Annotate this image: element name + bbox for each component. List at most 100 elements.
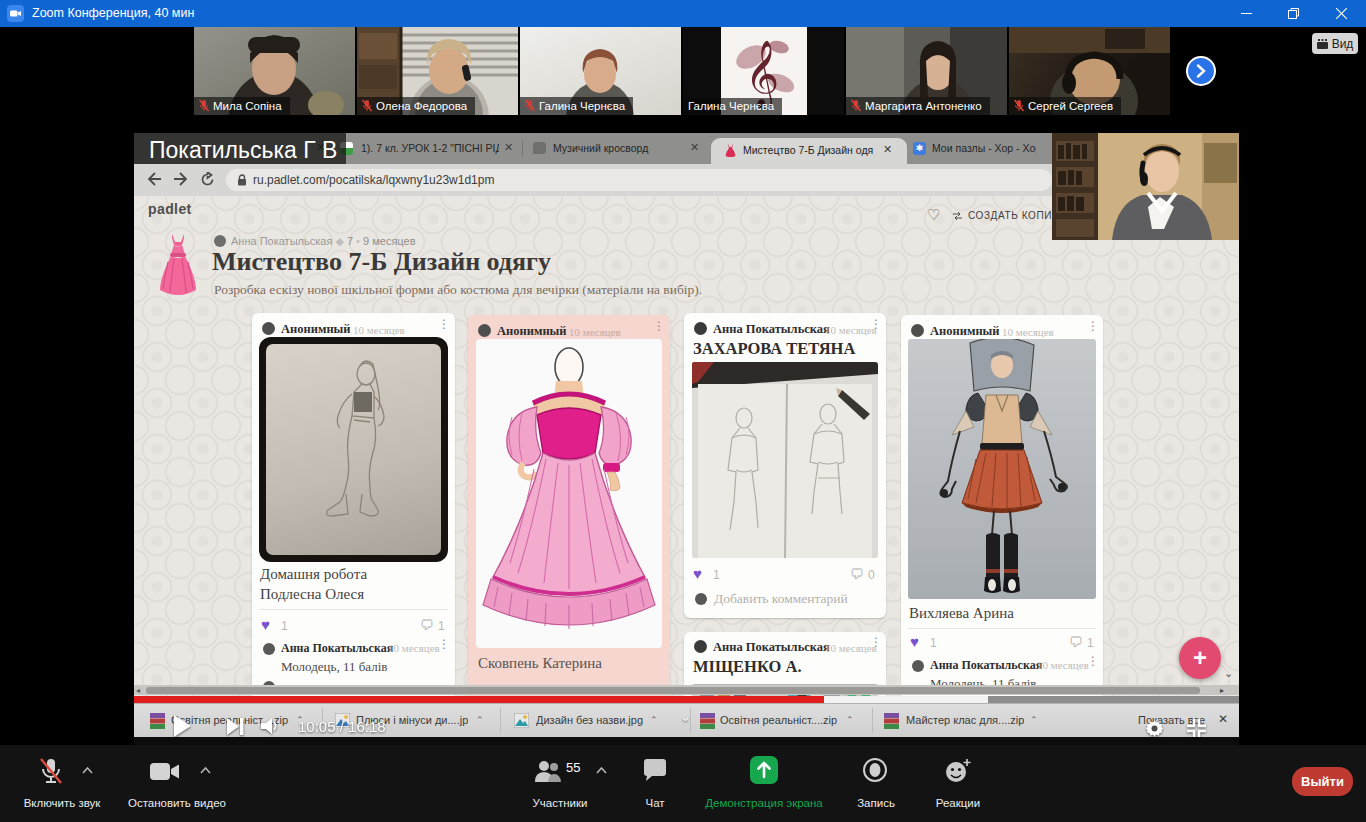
view-button[interactable]: Вид [1312,33,1358,54]
add-comment-field[interactable]: Добавить комментарий [714,591,848,607]
forward-icon[interactable] [173,172,189,186]
volume-icon[interactable] [261,718,280,734]
zip-file-icon [884,713,899,729]
comment-menu-icon[interactable]: ⋮ [1087,659,1099,663]
record-icon [862,757,888,783]
back-icon[interactable] [146,172,162,186]
card-author: Анонимный [281,322,351,337]
comment-menu-icon[interactable]: ⋮ [438,642,450,646]
like-heart-icon[interactable]: ♥ [910,633,919,650]
participants-options-chevron[interactable] [596,767,607,774]
card-text-line2: Подлесна Олеся [260,586,364,603]
tab3-favicon [533,142,546,154]
lock-icon [237,174,247,186]
reload-icon[interactable] [200,172,215,187]
unmute-button[interactable] [36,757,66,787]
participant-name-label: Мила Сопіна [194,97,290,115]
comment-bubble-icon[interactable]: 🗩 [850,566,864,582]
participants-button[interactable] [532,758,564,784]
download-item[interactable]: Дизайн без назви.jpg [536,714,646,726]
board-author-avatar [214,235,226,247]
card-menu-icon[interactable]: ⋮ [870,640,882,644]
close-button[interactable] [1317,0,1366,27]
card-author: Анонимный [930,324,1000,339]
download-chevron-icon[interactable]: ⌃ [846,715,854,725]
exit-fullscreen-icon[interactable] [1187,719,1206,738]
add-post-fab[interactable]: + [1179,637,1221,679]
comment-bubble-icon[interactable]: 🗩 [1069,634,1083,650]
card-menu-icon[interactable]: ⋮ [438,322,450,326]
download-chevron-icon[interactable]: ⌃ [650,715,658,725]
horizontal-scrollbar[interactable]: ◂ ▸ [134,685,1239,695]
board-dress-icon [158,232,198,298]
restore-button[interactable] [1270,0,1316,27]
participant-tile-3[interactable]: Галина Чернєва [520,27,681,115]
like-heart-icon[interactable]: ♥ [261,616,270,633]
stop-video-label: Остановить видео [128,797,226,809]
participant-tile-5[interactable]: Маргарита Антоненко [846,27,1007,115]
participant-name-label: Галина Чернєва [683,98,782,115]
tab4-close-icon[interactable]: ✕ [883,143,892,156]
comment-count: 0 [868,568,875,582]
download-item[interactable]: Освітня реальніст....zip [720,714,840,726]
card-image[interactable] [692,362,878,558]
reactions-button[interactable] [944,757,972,785]
page-chevron-down-icon[interactable]: ⌄ [1224,667,1233,680]
browser-tab[interactable]: Мои пазлы - Хор - Хор [932,142,1036,154]
browser-tab[interactable]: 1). 7 кл. УРОК 1-2 "ПІСНІ РІДН [361,142,499,154]
video-progress-track[interactable] [134,696,1239,703]
participant-tile-2[interactable]: Олена Федорова [357,27,518,115]
tab3-close-icon[interactable]: ✕ [690,141,699,154]
participants-count: 55 [566,760,580,775]
card-image[interactable] [908,339,1096,599]
stop-video-button[interactable] [148,760,182,784]
video-options-chevron[interactable] [200,767,211,774]
card-menu-icon[interactable]: ⋮ [870,322,882,326]
next-participants-arrow-button[interactable] [1186,56,1216,86]
download-item[interactable]: Майстер клас для....zip [906,714,1024,726]
comment-author: Анна Покатыльская [930,658,1042,673]
scrollbar-thumb[interactable] [146,687,1200,694]
download-chevron-icon[interactable]: ⌃ [1030,715,1038,725]
next-track-button[interactable] [227,718,245,735]
comment-bubble-icon[interactable]: 🗩 [420,617,434,633]
url-field[interactable]: ru.padlet.com/pocatilska/lqxwny1u23w1d1p… [226,169,1052,191]
player-chevron-down-icon[interactable]: ⌄ [680,709,691,724]
favorite-heart-icon[interactable]: ♡ [927,206,940,224]
chat-button[interactable] [642,758,668,784]
browser-tab[interactable]: Музичний кросворд [553,142,649,154]
participant-tile-6[interactable]: Сергей Сергеев [1009,27,1170,115]
browser-tab-active[interactable]: Мистецтво 7-Б Дизайн одягу ✕ [711,138,907,164]
participant-tile-1[interactable]: Мила Сопіна [194,27,355,115]
card-image[interactable] [259,337,448,562]
play-button[interactable] [172,714,192,738]
card-menu-icon[interactable]: ⋮ [1087,324,1099,328]
minimize-button[interactable] [1223,0,1269,27]
zoom-app-icon [7,5,24,22]
card-caption: Сковпень Катерина [478,655,602,672]
tab2-close-icon[interactable]: ✕ [504,141,513,154]
record-button[interactable] [862,757,888,783]
settings-gear-icon[interactable] [1146,720,1163,737]
share-letterbox [134,737,1239,745]
mic-options-chevron[interactable] [82,767,93,774]
share-screen-button[interactable] [750,756,778,784]
tab5-favicon: ✱ [913,142,926,155]
like-heart-icon[interactable]: ♥ [693,565,702,582]
scroll-left-arrow[interactable]: ◂ [136,686,140,695]
download-chevron-icon[interactable]: ⌃ [476,715,484,725]
make-copy-button[interactable]: СОЗДАТЬ КОПИЮ [952,210,1063,221]
padlet-logo: padlet [148,201,192,217]
card-author-avatar [694,322,707,335]
card-menu-icon[interactable]: ⋮ [653,324,665,328]
padlet-card-3: Анна Покатыльская 10 месяцев ⋮ ЗАХАРОВА … [684,313,886,618]
downloads-separator [500,708,501,733]
card-image[interactable] [476,339,662,648]
scroll-right-arrow[interactable]: ▸ [1220,686,1224,695]
like-count: 1 [281,619,288,633]
leave-button[interactable]: Выйти [1292,767,1353,796]
downloads-close-icon[interactable]: ✕ [1218,712,1228,726]
muted-mic-icon [199,99,209,112]
participant-tile-4[interactable]: 𝄞 Галина Чернєва [683,27,844,115]
chat-label: Чат [645,797,664,809]
